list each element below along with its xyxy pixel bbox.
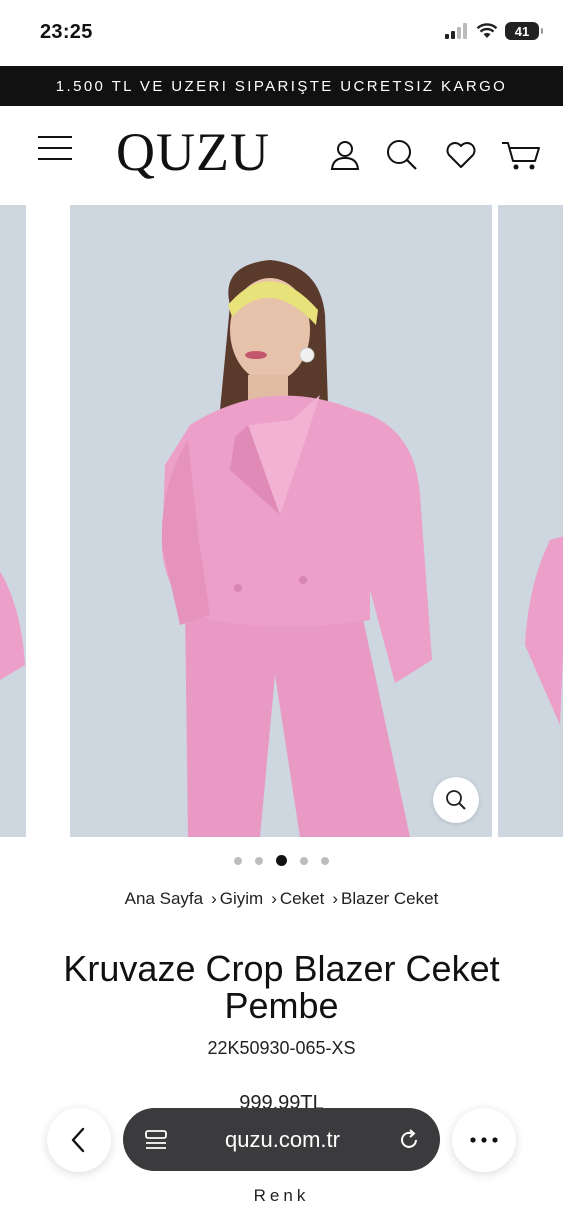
status-time: 23:25: [40, 21, 93, 43]
gallery-slide-next[interactable]: [498, 205, 563, 837]
gallery-dot[interactable]: [276, 855, 287, 866]
breadcrumb-ceket[interactable]: Ceket: [280, 889, 324, 908]
breadcrumb: Ana Sayfa › Giyim › Ceket › Blazer Ceket: [124, 889, 439, 908]
wifi-icon: [476, 23, 498, 38]
gallery-pagination: [0, 855, 563, 866]
reload-icon[interactable]: [398, 1128, 420, 1151]
zoom-button[interactable]: [433, 777, 479, 823]
browser-back-button[interactable]: [47, 1108, 111, 1172]
product-photo: [525, 536, 563, 725]
product-title: Kruvaze Crop Blazer Ceket Pembe: [63, 948, 500, 1026]
browser-address-bar[interactable]: quzu.com.tr: [123, 1108, 440, 1171]
product-sku: 22K50930-065-XS: [207, 1038, 356, 1058]
heart-icon[interactable]: [444, 138, 478, 172]
product-gallery[interactable]: [0, 205, 563, 837]
search-icon[interactable]: [385, 138, 419, 172]
gallery-dot[interactable]: [255, 856, 263, 865]
gallery-slide-prev[interactable]: [0, 205, 26, 837]
more-icon: [470, 1137, 498, 1143]
gallery-dot[interactable]: [234, 856, 242, 865]
cart-icon[interactable]: [501, 138, 541, 172]
breadcrumb-giyim[interactable]: Giyim: [220, 889, 263, 908]
product-photo: [161, 260, 432, 837]
gallery-dot[interactable]: [321, 856, 329, 865]
product-photo: [0, 571, 25, 680]
gallery-dot[interactable]: [300, 856, 308, 865]
browser-more-button[interactable]: [452, 1108, 516, 1172]
tabs-icon[interactable]: [145, 1129, 167, 1151]
menu-icon[interactable]: [38, 135, 72, 161]
user-icon[interactable]: [328, 138, 362, 172]
signal-icon: [445, 23, 467, 39]
back-icon: [71, 1127, 85, 1153]
zoom-icon: [446, 790, 466, 810]
url-text[interactable]: quzu.com.tr: [167, 1127, 398, 1153]
color-label: Renk: [253, 1186, 310, 1205]
site-logo[interactable]: QUZU: [116, 122, 270, 182]
breadcrumb-blazer-ceket[interactable]: Blazer Ceket: [341, 889, 438, 908]
gallery-slide-active[interactable]: [70, 205, 492, 837]
promo-banner: 1.500 TL VE UZERI SIPARIŞTE UCRETSIZ KAR…: [0, 66, 563, 106]
breadcrumb-home[interactable]: Ana Sayfa: [125, 889, 203, 908]
status-icons: 41: [445, 22, 543, 40]
battery-icon: 41: [505, 22, 543, 40]
